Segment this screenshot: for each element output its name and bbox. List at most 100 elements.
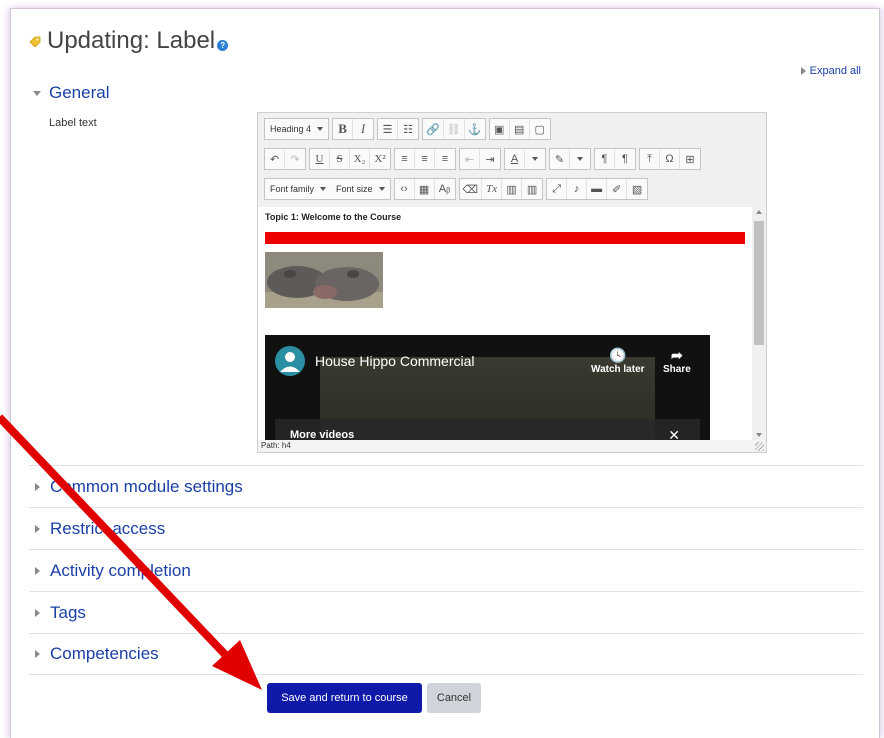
font-family-value[interactable]: Font family (270, 184, 314, 194)
more-videos-bar[interactable]: More videos ✕ (275, 419, 700, 440)
chevron-down-icon (532, 157, 538, 161)
watch-later-label[interactable]: Watch later (591, 364, 645, 375)
clear-format-icon[interactable]: ⌫ (460, 179, 483, 199)
toolbar-row-1: Heading 4 B I ☰ ☷ 🔗 ⛓ ⚓ ▣ ▤ ▢ (264, 117, 551, 141)
section-competencies[interactable]: Competencies (29, 633, 863, 675)
scroll-down-icon[interactable] (756, 433, 762, 437)
expand-triangle-icon (35, 482, 40, 491)
channel-avatar[interactable] (275, 346, 305, 376)
help-icon[interactable]: ? (217, 39, 229, 51)
general-heading[interactable]: General (49, 83, 109, 103)
editor-scrollbar[interactable] (752, 207, 766, 440)
section-tags[interactable]: Tags (29, 591, 863, 633)
expand-all-label[interactable]: Expand all (810, 65, 861, 77)
close-icon[interactable]: ✕ (668, 427, 680, 440)
section-label[interactable]: Restrict access (50, 519, 165, 539)
underline-button[interactable]: U (310, 149, 330, 169)
special-character-icon[interactable]: Ω (660, 149, 680, 169)
clock-icon: 🕓 (609, 347, 627, 363)
watch-later-button[interactable]: 🕓 Watch later (591, 347, 645, 375)
save-and-return-button[interactable]: Save and return to course (267, 683, 422, 713)
collapse-triangle-icon (33, 90, 41, 96)
background-color-dropdown[interactable] (570, 149, 590, 169)
rtl-icon[interactable]: ¶ (615, 149, 635, 169)
align-right-icon[interactable]: ≡ (435, 149, 455, 169)
record-audio-icon[interactable]: ♪ (567, 179, 588, 199)
image-icon[interactable]: ▣ (490, 119, 510, 139)
heading-select[interactable]: Heading 4 (265, 119, 328, 139)
editor-path: Path: h4 (258, 440, 766, 452)
video-title[interactable]: House Hippo Commercial (315, 353, 475, 369)
expand-all-link[interactable]: Expand all (800, 65, 861, 77)
heading-select-value[interactable]: Heading 4 (270, 124, 311, 134)
font-size-value[interactable]: Font size (336, 184, 373, 194)
expand-triangle-icon (35, 650, 40, 658)
record-video-icon[interactable]: ▬ (587, 179, 608, 199)
paste-word-icon[interactable]: ▥ (522, 179, 542, 199)
cancel-button[interactable]: Cancel (427, 683, 481, 713)
media-icon[interactable]: ▤ (510, 119, 530, 139)
find-icon[interactable]: ▦ (415, 179, 435, 199)
red-divider-bar (265, 232, 745, 244)
table-icon[interactable]: ⊞ (680, 149, 700, 169)
text-color-dropdown[interactable] (525, 149, 545, 169)
label-tag-icon (29, 36, 41, 47)
embedded-video[interactable]: House Hippo Commercial 🕓 Watch later ➦ S… (265, 335, 710, 440)
chevron-down-icon (317, 127, 324, 131)
align-left-icon[interactable]: ≡ (395, 149, 415, 169)
unlink-icon[interactable]: ⛓ (444, 119, 465, 139)
background-color-icon[interactable]: ✎ (550, 149, 570, 169)
drawing-icon[interactable]: ✐ (607, 179, 628, 199)
section-label[interactable]: Competencies (50, 644, 159, 664)
share-label[interactable]: Share (663, 364, 691, 375)
redo-icon[interactable]: ↷ (285, 149, 305, 169)
expand-triangle-icon (35, 524, 40, 533)
outdent-icon[interactable]: ⇤ (460, 149, 480, 169)
bold-button[interactable]: B (333, 119, 354, 139)
section-common-module-settings[interactable]: Common module settings (29, 465, 863, 507)
section-label[interactable]: Activity completion (50, 561, 191, 581)
code-icon[interactable]: ‹› (395, 179, 415, 199)
share-button[interactable]: ➦ Share (663, 347, 691, 375)
fullscreen-icon[interactable]: ⤢ (547, 179, 568, 199)
font-size-select[interactable]: Font size (331, 179, 390, 199)
anchor-icon[interactable]: ⚓ (465, 119, 485, 139)
general-section-header[interactable]: General (33, 83, 109, 103)
superscript-button[interactable]: X² (370, 149, 390, 169)
section-label[interactable]: Common module settings (50, 477, 243, 497)
font-family-select[interactable]: Font family (265, 179, 331, 199)
toolbar-row-2: ↶ ↷ U S X₂ X² ≡ ≡ ≡ ⇤ ⇥ A ✎ ¶ ¶ ⤒ Ω ⊞ (264, 147, 701, 171)
chevron-down-icon (577, 157, 583, 161)
expand-triangle-icon (35, 566, 40, 575)
bullet-list-icon[interactable]: ☰ (378, 119, 399, 139)
upload-icon[interactable]: ⤒ (640, 149, 660, 169)
paste-icon[interactable]: ▥ (502, 179, 523, 199)
remove-format-icon[interactable]: Tx (482, 179, 503, 199)
resize-handle-icon[interactable] (755, 442, 764, 451)
content-heading: Topic 1: Welcome to the Course (265, 212, 402, 222)
indent-icon[interactable]: ⇥ (480, 149, 500, 169)
case-icon[interactable]: Aᵦ (435, 179, 455, 199)
ltr-icon[interactable]: ¶ (595, 149, 615, 169)
section-label[interactable]: Tags (50, 603, 86, 623)
label-text-editor[interactable]: Heading 4 B I ☰ ☷ 🔗 ⛓ ⚓ ▣ ▤ ▢ ↶ ↷ U S X₂… (257, 112, 767, 453)
chevron-down-icon (378, 187, 385, 191)
more-videos-label[interactable]: More videos (290, 429, 354, 440)
scroll-up-icon[interactable] (756, 210, 762, 214)
subscript-button[interactable]: X₂ (350, 149, 370, 169)
italic-button[interactable]: I (353, 119, 373, 139)
align-center-icon[interactable]: ≡ (415, 149, 435, 169)
text-color-icon[interactable]: A (505, 149, 525, 169)
section-activity-completion[interactable]: Activity completion (29, 549, 863, 591)
user-icon (280, 352, 300, 372)
link-icon[interactable]: 🔗 (423, 119, 444, 139)
strikethrough-button[interactable]: S (330, 149, 350, 169)
section-restrict-access[interactable]: Restrict access (29, 507, 863, 549)
accessibility-icon[interactable]: ▧ (627, 179, 647, 199)
manage-files-icon[interactable]: ▢ (530, 119, 550, 139)
numbered-list-icon[interactable]: ☷ (398, 119, 418, 139)
hippo-image (265, 252, 383, 308)
scroll-thumb[interactable] (754, 221, 764, 345)
editor-content-area[interactable]: Topic 1: Welcome to the Course House Hip… (258, 207, 752, 440)
undo-icon[interactable]: ↶ (265, 149, 285, 169)
